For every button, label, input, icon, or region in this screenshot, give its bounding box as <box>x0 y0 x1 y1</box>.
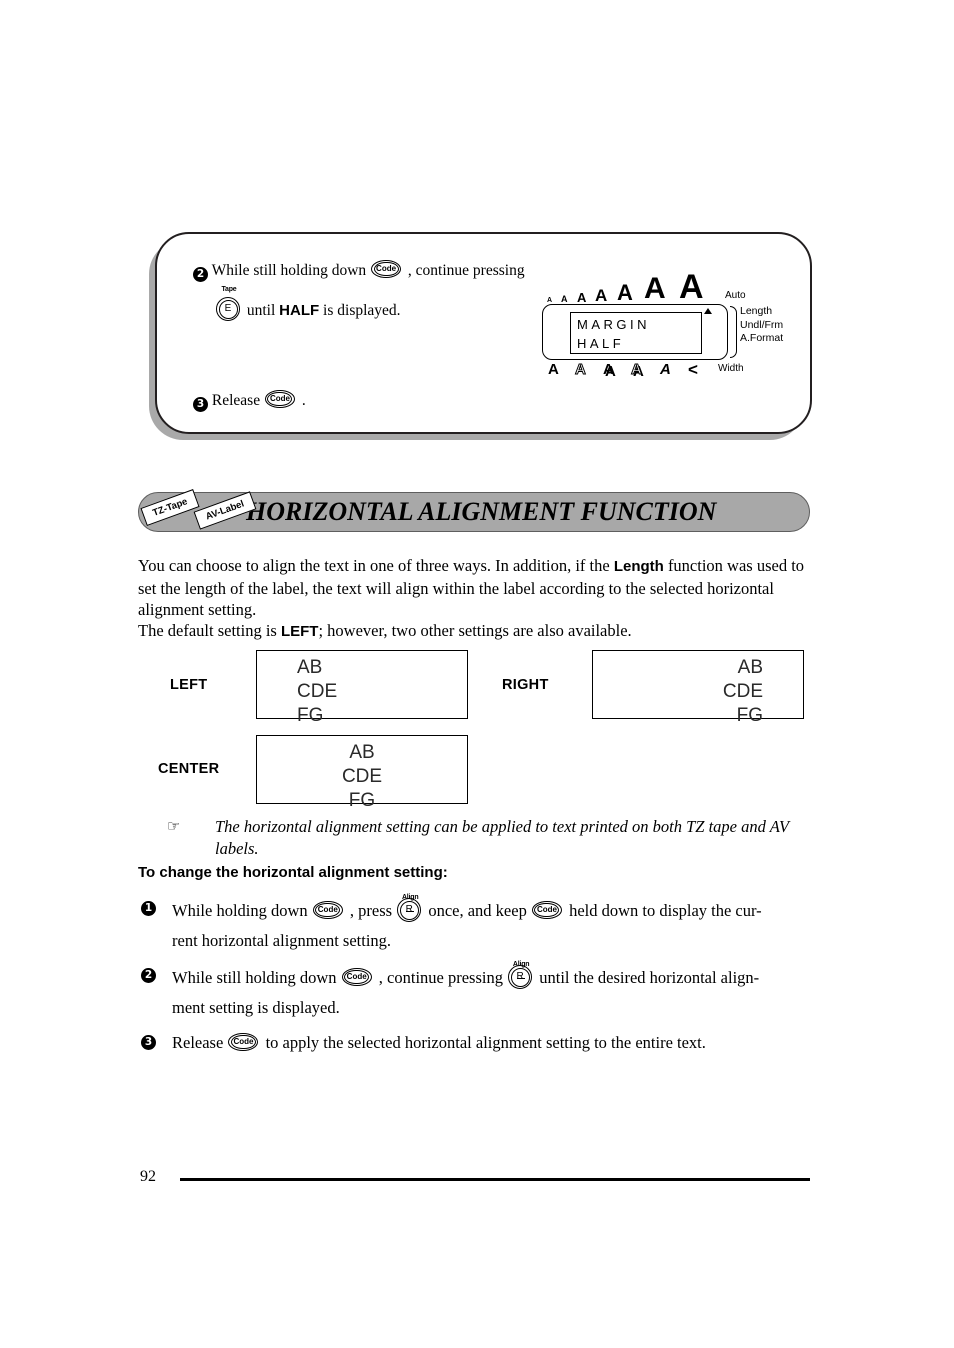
sample-box-left: AB CDE FG <box>256 650 468 726</box>
lcd-screen: MARGIN HALF <box>570 312 702 354</box>
instruction-bullet-2: 2 <box>141 968 156 983</box>
callout-step-2-line2: Tape E until HALF is displayed. <box>215 286 401 323</box>
step-3-text-mid: . <box>301 392 306 409</box>
callout-step-2-line1: 2 While still holding down Code , contin… <box>193 260 525 282</box>
style-a-normal: A <box>548 361 559 378</box>
style-a-italic: A <box>660 361 671 378</box>
auto-label: Auto <box>725 290 746 301</box>
size-a-7: A <box>679 268 704 306</box>
instruction-step-1-cont: rent horizontal alignment setting. <box>172 931 392 950</box>
sample-label-left: LEFT <box>170 677 208 693</box>
step-bullet-2: 2 <box>193 267 208 282</box>
step3-seg1: Release <box>172 1033 224 1052</box>
default-part-1: The default setting is <box>138 621 281 640</box>
default-setting-paragraph: The default setting is LEFT; however, tw… <box>138 620 814 643</box>
instruction-bullet-1: 1 <box>141 901 156 916</box>
sample-right-line-1: AB <box>737 657 763 678</box>
sample-center-line-3: FG <box>348 790 376 811</box>
instruction-bullet-3: 3 <box>141 1035 156 1050</box>
size-a-2: A <box>561 294 568 304</box>
width-label: Width <box>718 363 744 374</box>
sample-box-center: AB CDE FG <box>256 735 468 811</box>
length-bold: Length <box>613 558 664 575</box>
sample-right-line-2: CDE <box>722 681 763 702</box>
sample-center-line-2: CDE <box>341 766 383 787</box>
page-title: HORIZONTAL ALIGNMENT FUNCTION <box>246 497 717 526</box>
step-2-text-mid: , continue pressing <box>407 262 525 279</box>
procedure-subheading: To change the horizontal alignment setti… <box>138 864 448 881</box>
sample-label-right: RIGHT <box>502 677 549 693</box>
side-label-length: Length <box>740 305 773 317</box>
size-a-4: A <box>595 286 608 305</box>
sample-left-line-2: CDE <box>297 681 338 702</box>
section-heading: HORIZONTAL ALIGNMENT FUNCTION TZ-Tape AV… <box>138 488 810 536</box>
footer-divider <box>180 1178 810 1181</box>
sample-label-center: CENTER <box>158 761 220 777</box>
lcd-side-bracket <box>730 306 737 358</box>
tape-key-toplabel: Tape <box>221 286 237 293</box>
style-a-outline: A <box>575 361 587 379</box>
step-3-text-before: Release <box>211 392 261 409</box>
indicator-triangle-icon <box>704 308 712 314</box>
style-a-outline-shadow: A <box>631 361 643 379</box>
left-bold: LEFT <box>280 623 319 640</box>
style-a-shadow: A <box>603 361 614 378</box>
default-part-2: ; however, two other settings are also a… <box>318 621 632 640</box>
code-key-icon: Code <box>531 901 564 921</box>
character-size-scale: A A A A A A A <box>545 268 725 306</box>
step2-seg2: , continue pressing <box>378 968 503 987</box>
side-label-undl-frm: Undl/Frm <box>740 318 784 331</box>
code-key-icon: Code <box>312 901 345 921</box>
tape-e-key-icon: Tape E <box>216 286 242 323</box>
sample-right-line-3: FG <box>736 705 763 726</box>
instruction-step-3: 3 Release Code to apply the selected hor… <box>141 1032 817 1054</box>
page-number: 92 <box>140 1168 156 1185</box>
size-a-6: A <box>644 272 666 305</box>
step-2-text-after-post: is displayed. <box>323 302 401 319</box>
lcd-line-1: MARGIN <box>577 317 650 332</box>
sample-left-line-1: AB <box>297 657 323 678</box>
intro-part-1: You can choose to align the text in one … <box>138 556 614 575</box>
style-taper-icon: < <box>688 360 698 379</box>
size-a-3: A <box>577 290 587 305</box>
sample-left-line-3: FG <box>297 705 324 726</box>
sample-center-line-1: AB <box>349 742 375 763</box>
half-bold-word: HALF <box>279 302 320 319</box>
lcd-side-labels: Length Undl/Frm A.Format <box>740 305 783 346</box>
code-key-icon: Code <box>341 968 374 988</box>
code-key-icon: Code <box>228 1033 260 1053</box>
code-key-icon: Code <box>264 390 297 410</box>
step1-seg4: held down to display the cur- <box>569 901 762 920</box>
step2-seg3: until the desired horizontal align- <box>539 968 760 987</box>
size-a-5: A <box>617 280 633 305</box>
lcd-display-illustration: A A A A A A A Auto MARGIN HALF Length Un… <box>540 268 810 392</box>
instruction-step-2: 2 While still holding down Code , contin… <box>141 961 817 991</box>
step1-seg1: While holding down <box>172 901 308 920</box>
step2-seg1: While still holding down <box>172 968 337 987</box>
step-2-text-before: While still holding down <box>211 262 367 279</box>
step3-seg2: to apply the selected horizontal alignme… <box>265 1033 706 1052</box>
step1-seg3: once, and keep <box>428 901 527 920</box>
step1-seg2: , press <box>349 901 393 920</box>
step-2-text-after-pre: until <box>246 302 276 319</box>
instruction-step-1: 1 While holding down Code , press Align … <box>141 894 817 924</box>
side-label-a-format: A.Format <box>740 332 784 344</box>
align-r-key-icon: Align R <box>508 961 534 991</box>
intro-paragraph: You can choose to align the text in one … <box>138 555 814 621</box>
callout-step-3-line: 3 Release Code . <box>193 390 306 412</box>
align-r-key-icon: Align R <box>397 894 423 924</box>
sample-box-right: AB CDE FG <box>592 650 804 726</box>
code-key-icon: Code <box>371 260 403 280</box>
instruction-step-2-cont: ment setting is displayed. <box>172 998 340 1017</box>
note-text: The horizontal alignment setting can be … <box>215 817 789 858</box>
pointing-hand-icon: ☞ <box>167 817 181 835</box>
size-a-1: A <box>547 297 553 304</box>
step-bullet-3: 3 <box>193 397 208 412</box>
lcd-line-2: HALF <box>577 336 625 351</box>
